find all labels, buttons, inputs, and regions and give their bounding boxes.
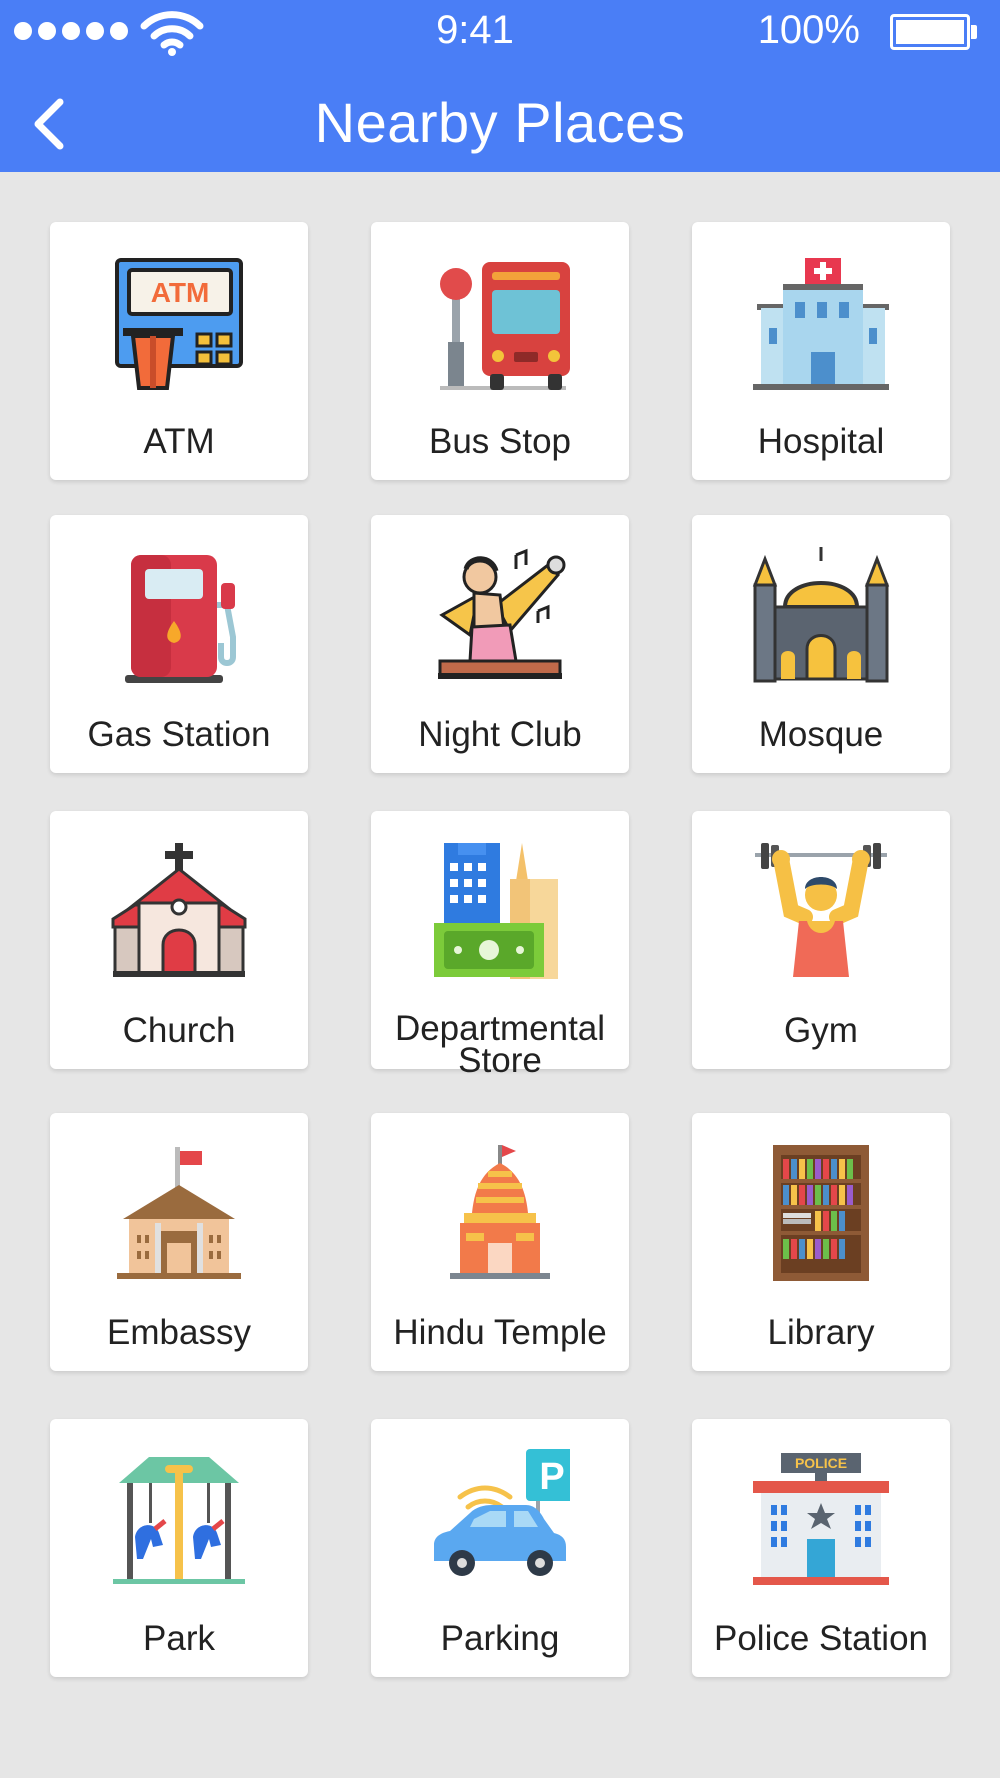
place-label: Gas Station xyxy=(87,715,271,754)
hindu-temple-icon xyxy=(450,1145,550,1279)
library-icon xyxy=(773,1145,869,1281)
place-label: Departmental Store xyxy=(371,1011,629,1080)
place-card-departmental-store[interactable]: Departmental Store xyxy=(371,811,629,1078)
place-label: Hospital xyxy=(757,422,885,461)
parking-icon: P xyxy=(434,1449,570,1576)
church-icon xyxy=(111,843,247,977)
place-label: Church xyxy=(122,1011,236,1050)
place-label: Gym xyxy=(784,1011,858,1050)
hospital-icon xyxy=(753,258,889,390)
bus-stop-icon xyxy=(440,262,570,390)
place-label: Mosque xyxy=(758,715,884,754)
gym-icon xyxy=(755,843,887,977)
place-label-line: Store xyxy=(458,1041,542,1080)
place-label: Park xyxy=(143,1619,215,1658)
svg-text:POLICE: POLICE xyxy=(795,1455,847,1471)
atm-icon: ATM xyxy=(115,258,243,390)
place-label: Police Station xyxy=(713,1619,929,1658)
place-card-park[interactable]: Park xyxy=(50,1419,308,1677)
place-label: Bus Stop xyxy=(428,422,572,461)
place-label: Night Club xyxy=(418,715,582,754)
embassy-icon xyxy=(117,1147,241,1279)
place-card-embassy[interactable]: Embassy xyxy=(50,1113,308,1371)
app-header: 9:41 100% Nearby Places xyxy=(0,0,1000,172)
battery-percentage: 100% xyxy=(757,8,860,52)
place-card-hospital[interactable]: Hospital xyxy=(692,222,950,480)
park-icon xyxy=(113,1457,245,1584)
battery-icon xyxy=(890,14,977,50)
place-label: Hindu Temple xyxy=(393,1313,607,1352)
place-card-bus-stop[interactable]: Bus Stop xyxy=(371,222,629,480)
place-card-gym[interactable]: Gym xyxy=(692,811,950,1069)
night-club-icon xyxy=(438,548,566,679)
place-card-church[interactable]: Church xyxy=(50,811,308,1069)
svg-text:P: P xyxy=(539,1456,564,1498)
status-bar: 9:41 100% xyxy=(0,0,1000,64)
place-card-atm[interactable]: ATM ATM xyxy=(50,222,308,480)
place-card-library[interactable]: Library xyxy=(692,1113,950,1371)
place-label: Embassy xyxy=(107,1313,251,1352)
place-card-parking[interactable]: P Parking xyxy=(371,1419,629,1677)
place-card-night-club[interactable]: Night Club xyxy=(371,515,629,773)
place-card-police-station[interactable]: POLICE Police Station xyxy=(692,1419,950,1677)
place-card-mosque[interactable]: Mosque xyxy=(692,515,950,773)
place-card-gas-station[interactable]: Gas Station xyxy=(50,515,308,773)
gas-station-icon xyxy=(125,555,236,683)
police-station-icon: POLICE xyxy=(753,1453,889,1585)
place-label: Library xyxy=(767,1313,875,1352)
svg-text:ATM: ATM xyxy=(151,277,210,308)
page-title: Nearby Places xyxy=(314,91,686,154)
mosque-icon xyxy=(752,547,890,683)
place-label: ATM xyxy=(143,422,215,461)
place-card-hindu-temple[interactable]: Hindu Temple xyxy=(371,1113,629,1371)
place-label: Parking xyxy=(440,1619,560,1658)
departmental-store-icon xyxy=(434,843,558,979)
